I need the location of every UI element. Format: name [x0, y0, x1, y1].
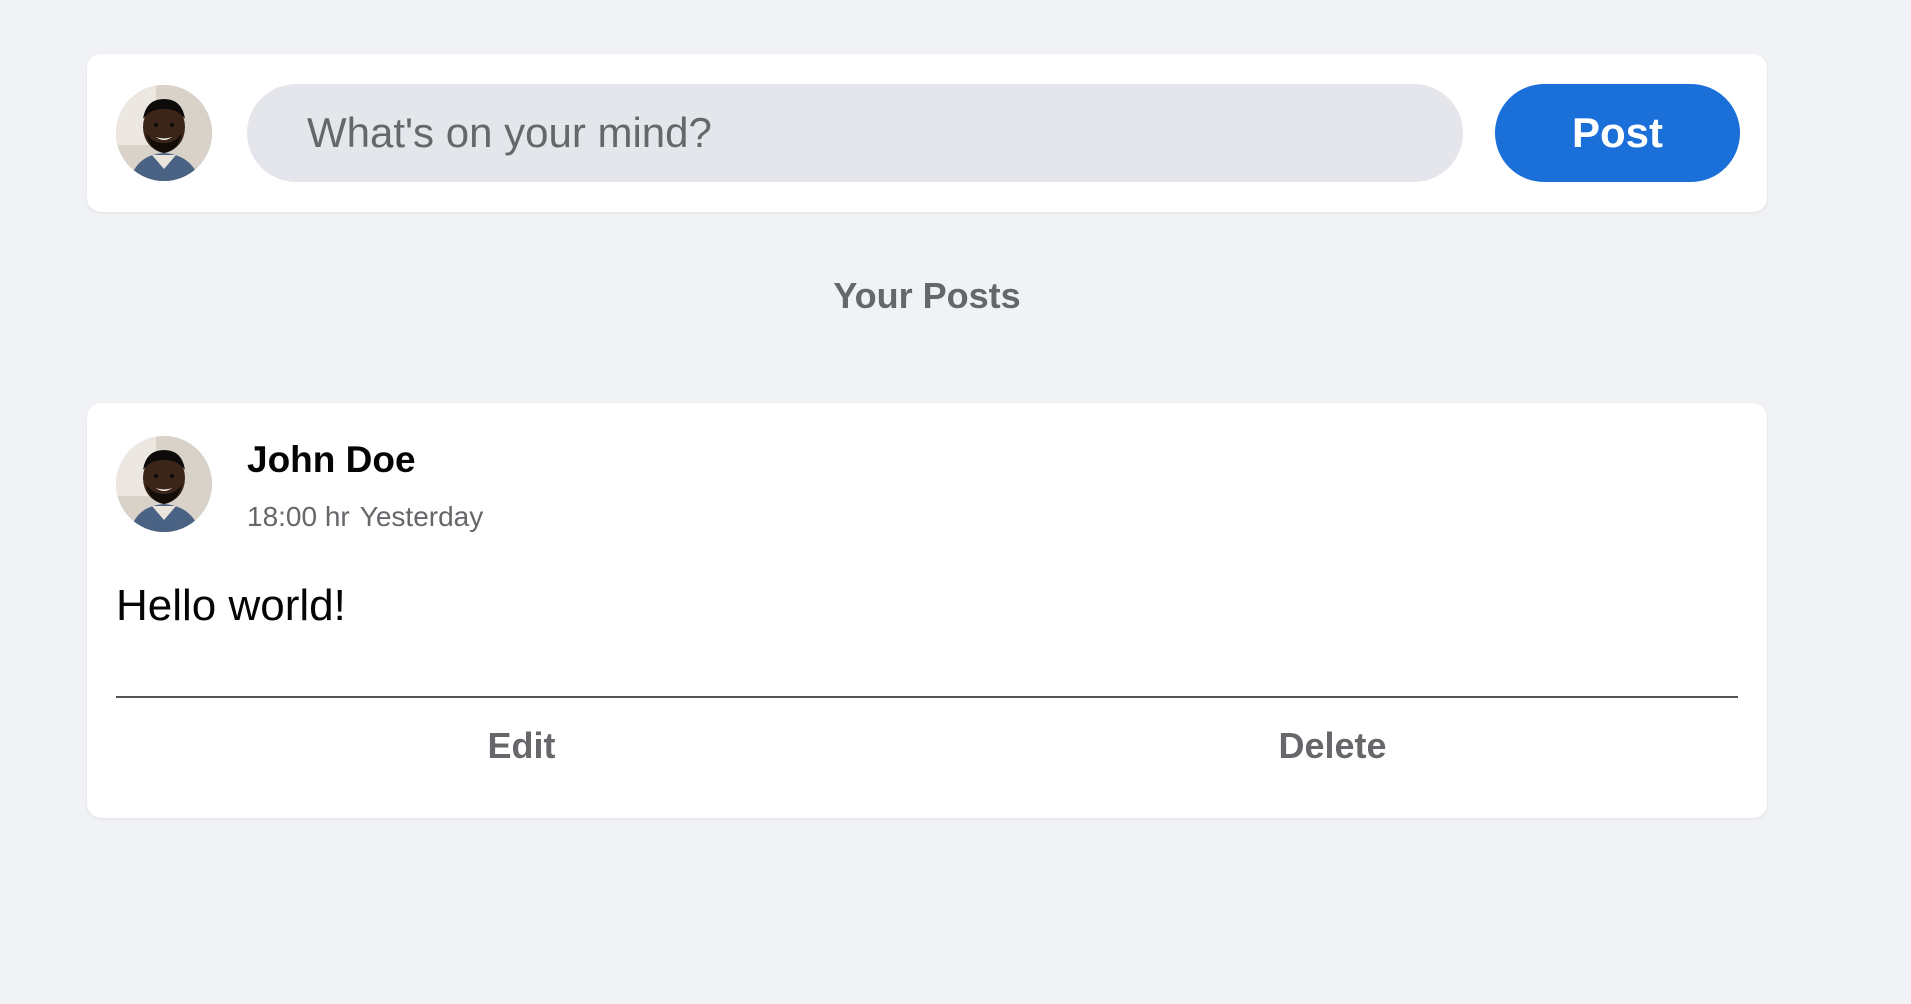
post-timestamp: 18:00 hr Yesterday: [247, 501, 483, 533]
post-composer: Post: [87, 54, 1767, 212]
post-card: John Doe 18:00 hr Yesterday Hello world! …: [87, 403, 1767, 818]
post-time: 18:00 hr: [247, 501, 350, 532]
user-avatar-icon[interactable]: [116, 85, 212, 181]
divider: [116, 696, 1738, 698]
author-name[interactable]: John Doe: [247, 439, 416, 481]
avatar-photo: [116, 436, 212, 532]
avatar-photo: [116, 85, 212, 181]
post-day: Yesterday: [359, 501, 484, 532]
author-avatar-icon[interactable]: [116, 436, 212, 532]
delete-button[interactable]: Delete: [927, 725, 1738, 767]
post-button[interactable]: Post: [1495, 84, 1740, 182]
post-content: Hello world!: [116, 581, 346, 630]
edit-button[interactable]: Edit: [116, 725, 927, 767]
your-posts-heading: Your Posts: [833, 275, 1021, 316]
post-input[interactable]: [247, 84, 1463, 182]
